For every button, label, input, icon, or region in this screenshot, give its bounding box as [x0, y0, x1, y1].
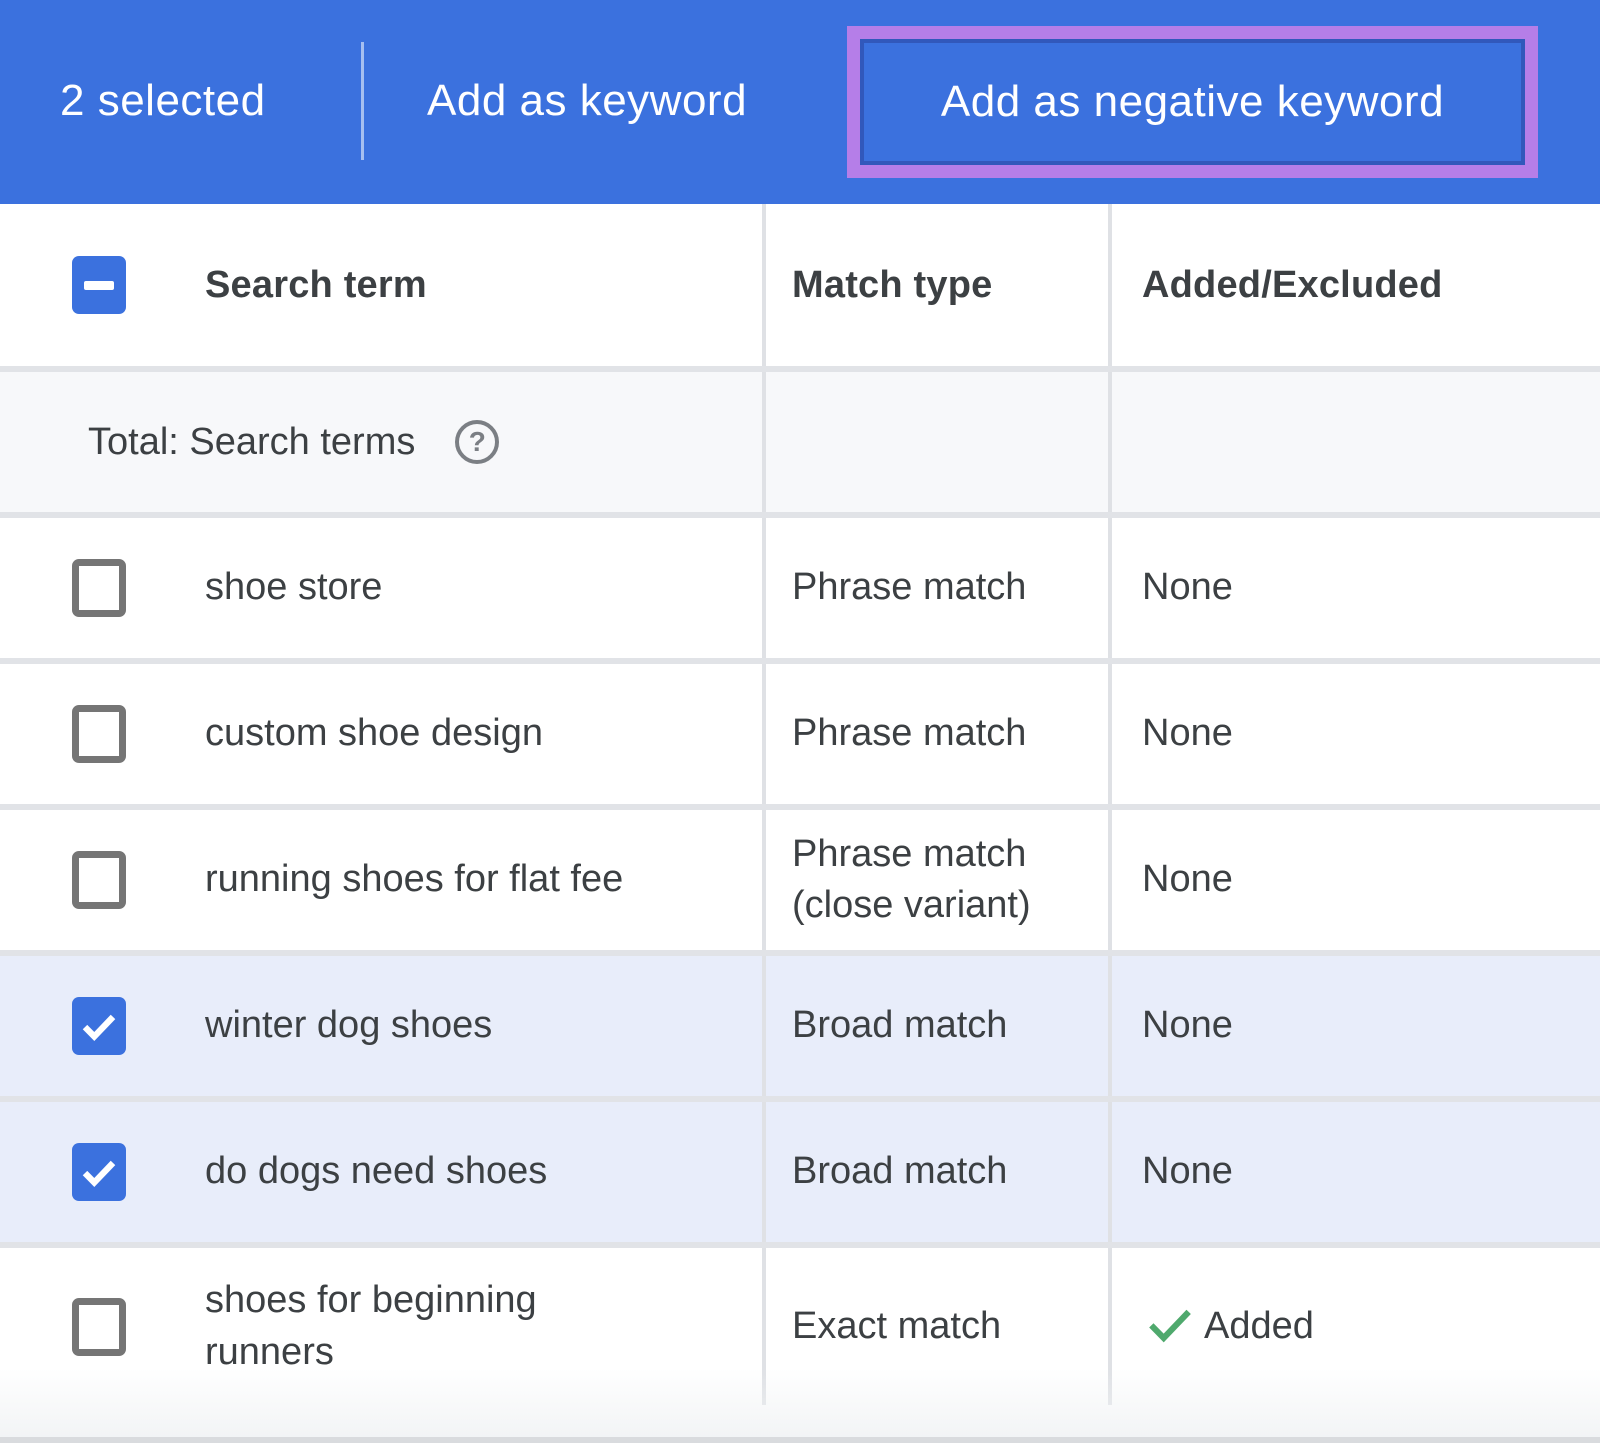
screenshot-bottom-edge — [0, 1437, 1600, 1443]
added-excluded-value: None — [1142, 708, 1233, 759]
match-type-text: Broad match — [792, 1146, 1007, 1197]
added-excluded-text: None — [1142, 1000, 1233, 1051]
added-excluded-value: Added — [1142, 1296, 1314, 1357]
toolbar-divider — [361, 42, 364, 160]
table-header-row: Search term Match type Added/Excluded — [0, 204, 1600, 366]
column-header-added-excluded[interactable]: Added/Excluded — [1142, 264, 1443, 307]
add-as-negative-keyword-button[interactable]: Add as negative keyword — [941, 77, 1444, 127]
added-excluded-text: None — [1142, 854, 1233, 905]
search-term-text: shoes for beginning runners — [205, 1275, 537, 1378]
added-excluded-text: None — [1142, 562, 1233, 613]
table-row[interactable]: custom shoe design Phrase match None — [0, 658, 1600, 804]
column-header-match-type[interactable]: Match type — [792, 264, 992, 307]
added-excluded-text: Added — [1204, 1301, 1314, 1352]
added-excluded-text: None — [1142, 708, 1233, 759]
table-body: shoe store Phrase match None custom shoe… — [0, 512, 1600, 1405]
match-type-text: Broad match — [792, 1000, 1007, 1051]
added-excluded-text: None — [1142, 1146, 1233, 1197]
row-checkbox[interactable] — [72, 559, 126, 617]
match-type-text: Phrase match (close variant) — [792, 829, 1031, 932]
search-term-text: do dogs need shoes — [205, 1146, 547, 1197]
added-excluded-value: None — [1142, 1000, 1233, 1051]
annotation-highlight-box: Add as negative keyword — [847, 26, 1538, 178]
match-type-text: Phrase match — [792, 708, 1026, 759]
table-row[interactable]: winter dog shoes Broad match None — [0, 950, 1600, 1096]
added-excluded-value: None — [1142, 854, 1233, 905]
total-row: Total: Search terms ? — [0, 366, 1600, 512]
column-header-search-term[interactable]: Search term — [205, 264, 427, 307]
match-type-text: Phrase match — [792, 562, 1026, 613]
row-checkbox[interactable] — [72, 997, 126, 1055]
search-term-text: custom shoe design — [205, 708, 543, 759]
select-all-checkbox[interactable] — [72, 256, 126, 314]
table-row[interactable]: do dogs need shoes Broad match None — [0, 1096, 1600, 1242]
search-term-text: winter dog shoes — [205, 1000, 492, 1051]
row-checkbox[interactable] — [72, 851, 126, 909]
row-checkbox[interactable] — [72, 1143, 126, 1201]
table-row[interactable]: running shoes for flat fee Phrase match … — [0, 804, 1600, 950]
selected-count: 2 selected — [60, 76, 266, 126]
green-check-icon — [1142, 1296, 1198, 1357]
table-row[interactable]: shoes for beginning runners Exact match … — [0, 1242, 1600, 1405]
total-row-label: Total: Search terms — [88, 421, 415, 464]
match-type-text: Exact match — [792, 1301, 1001, 1352]
search-term-text: shoe store — [205, 562, 382, 613]
indeterminate-minus-icon — [84, 281, 114, 290]
add-as-keyword-button[interactable]: Add as keyword — [427, 76, 747, 126]
added-excluded-value: None — [1142, 562, 1233, 613]
added-excluded-value: None — [1142, 1146, 1233, 1197]
row-checkbox[interactable] — [72, 705, 126, 763]
selection-toolbar: 2 selected Add as keyword Add as negativ… — [0, 0, 1600, 204]
row-checkbox[interactable] — [72, 1298, 126, 1356]
table-row[interactable]: shoe store Phrase match None — [0, 512, 1600, 658]
search-term-text: running shoes for flat fee — [205, 854, 623, 905]
question-circle-icon[interactable]: ? — [455, 420, 499, 464]
